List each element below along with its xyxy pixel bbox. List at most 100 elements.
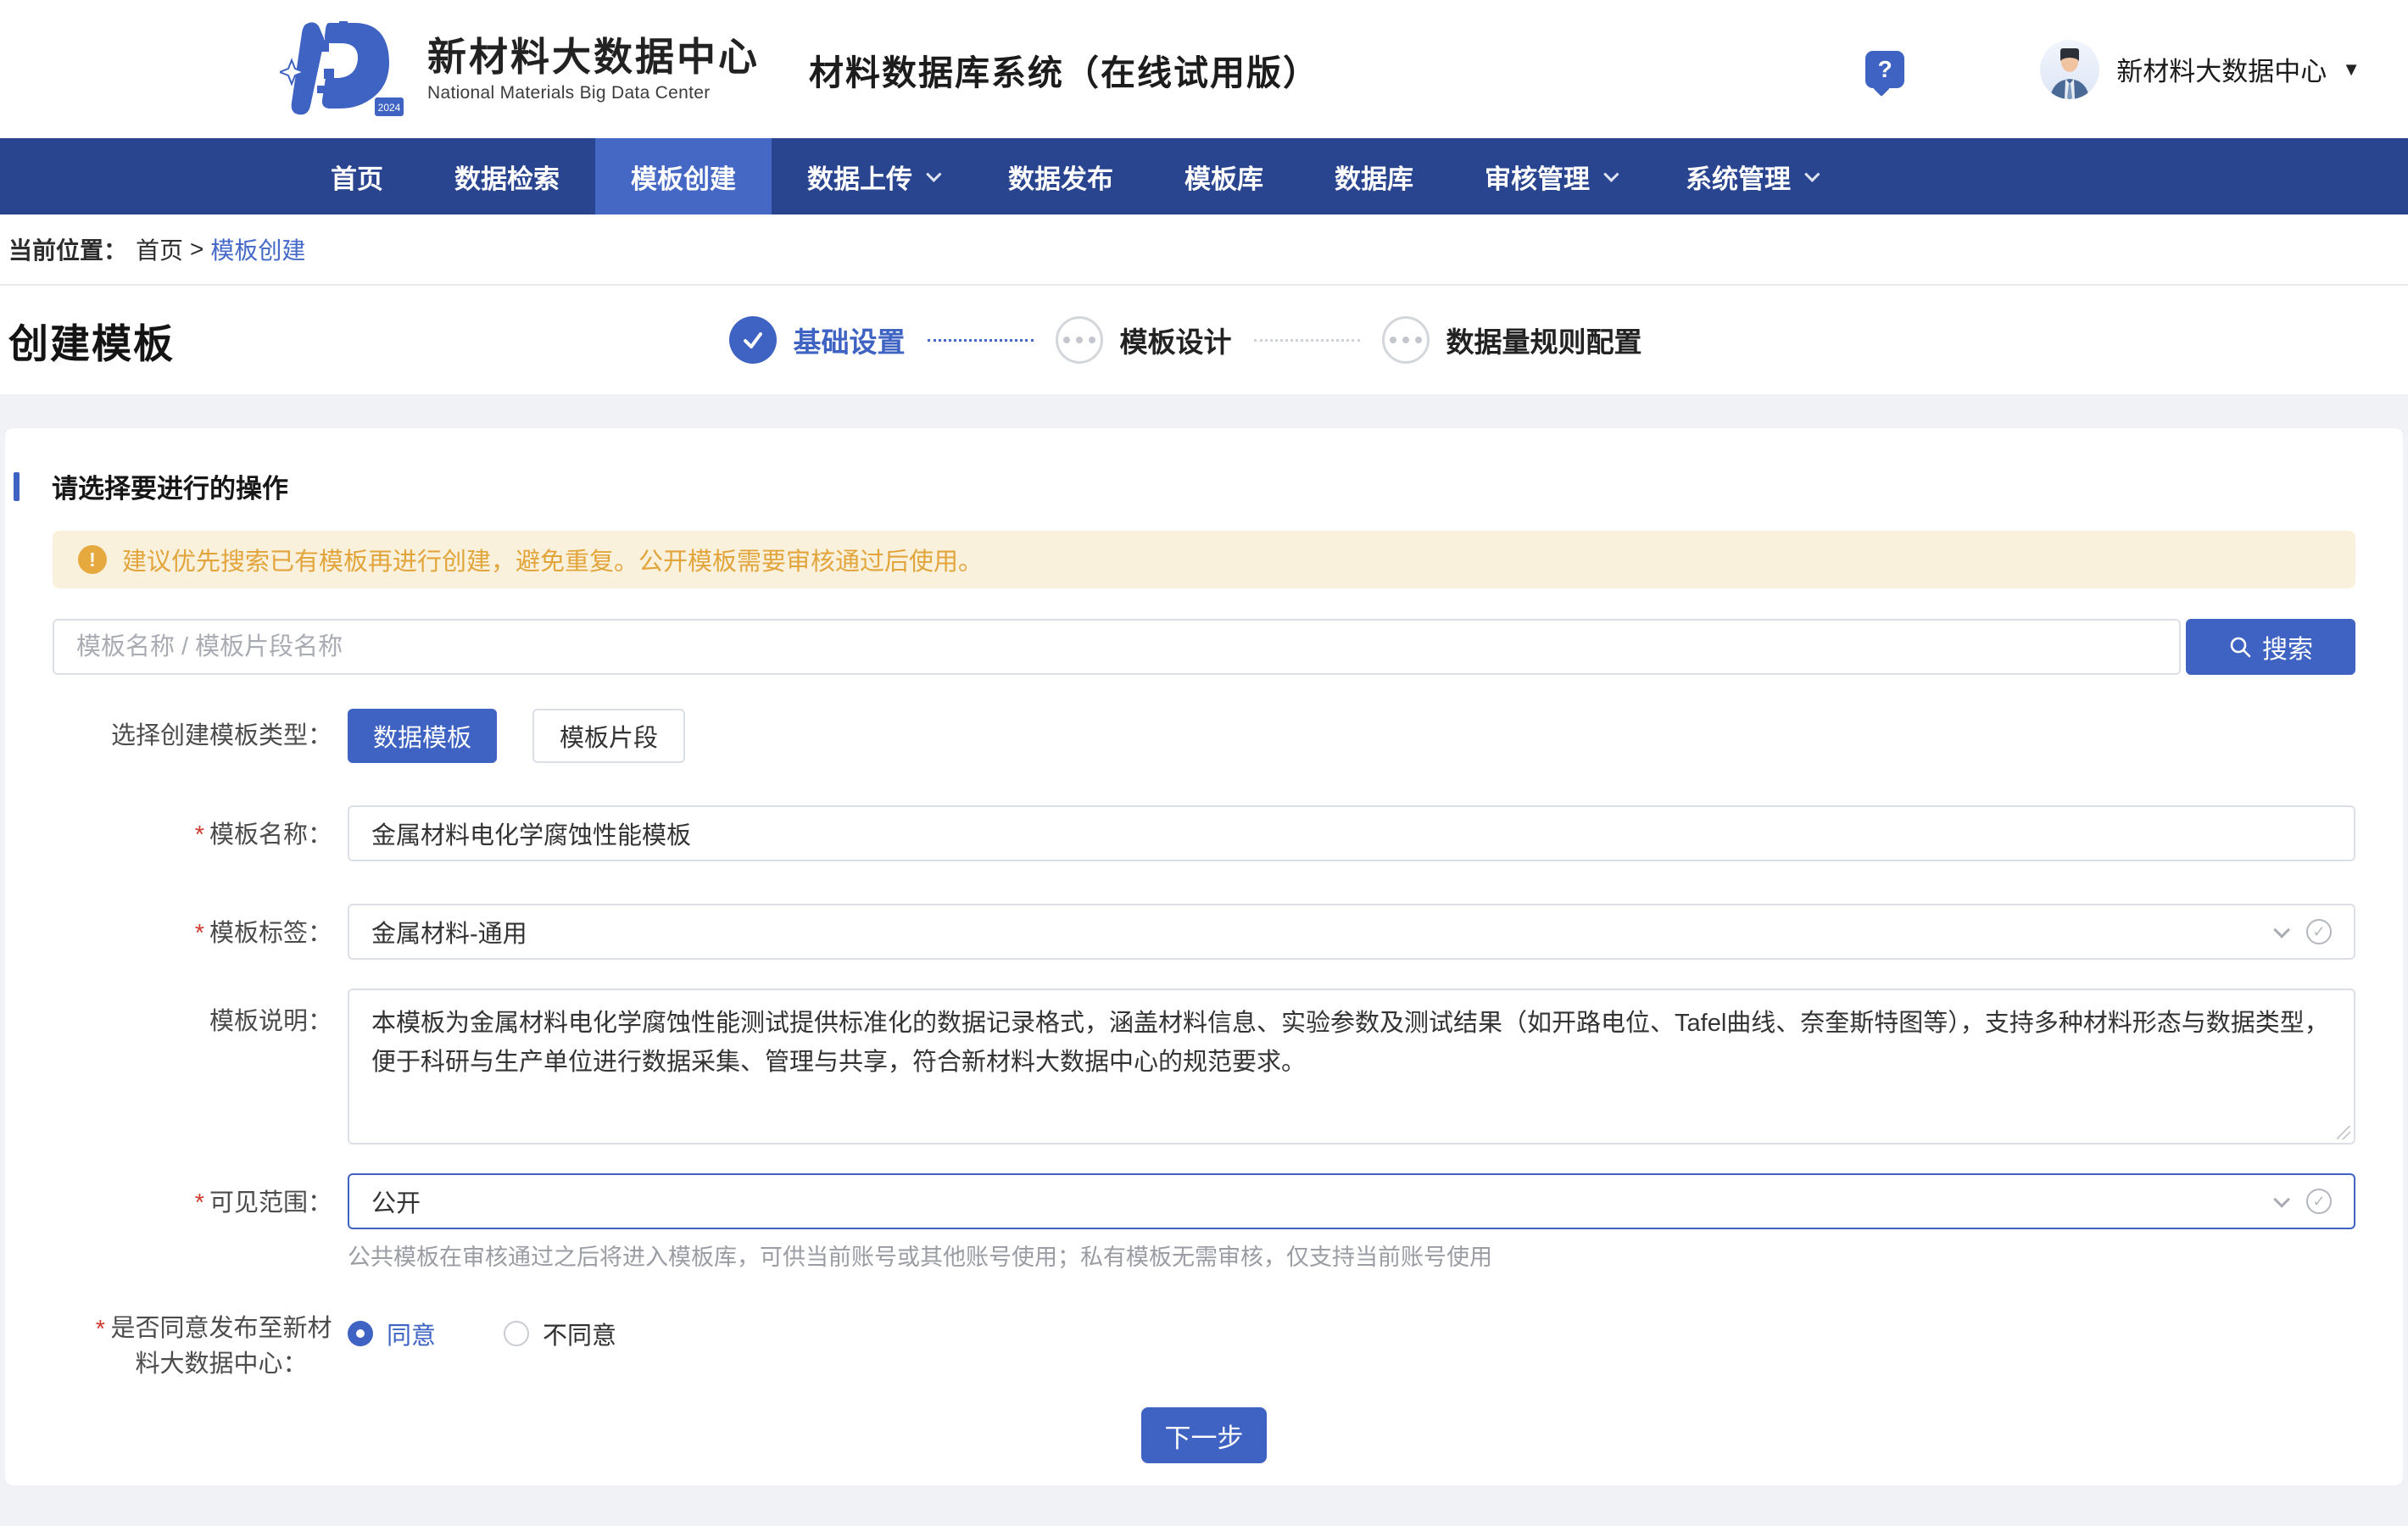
chevron-down-icon — [926, 166, 941, 181]
required-asterisk: * — [195, 1189, 204, 1217]
warning-alert: ! 建议优先搜索已有模板再进行创建，避免重复。公开模板需要审核通过后使用。 — [53, 531, 2355, 588]
check-circle-icon: ✓ — [2306, 919, 2332, 944]
publish-consent-label: * 是否同意发布至新材料大数据中心： — [53, 1311, 332, 1382]
template-tag-label: *模板标签： — [53, 904, 332, 960]
step-label: 数据量规则配置 — [1446, 320, 1642, 360]
template-type-row: 选择创建模板类型： 数据模板 模板片段 — [53, 709, 2355, 763]
nav-item-data-publish[interactable]: 数据发布 — [973, 138, 1149, 214]
nav-label: 首页 — [331, 158, 383, 196]
radio-disagree[interactable]: 不同意 — [504, 1316, 616, 1351]
page-title: 创建模板 — [8, 311, 175, 370]
template-desc-value: 本模板为金属材料电化学腐蚀性能测试提供标准化的数据记录格式，涵盖材料信息、实验参… — [371, 1010, 2329, 1076]
warning-text: 建议优先搜索已有模板再进行创建，避免重复。公开模板需要审核通过后使用。 — [122, 542, 983, 577]
section-title: 请选择要进行的操作 — [52, 467, 288, 505]
template-name-value: 金属材料电化学腐蚀性能模板 — [371, 816, 691, 851]
radio-label: 同意 — [387, 1316, 436, 1351]
breadcrumb: 当前位置： 首页 > 模板创建 — [0, 214, 2408, 286]
template-name-input[interactable]: 金属材料电化学腐蚀性能模板 — [348, 805, 2355, 861]
breadcrumb-home-link[interactable]: 首页 — [136, 232, 183, 266]
template-tag-select[interactable]: 金属材料-通用 ✓ — [348, 904, 2355, 960]
nav-item-data-upload[interactable]: 数据上传 — [772, 138, 973, 214]
label-text: 模板名称： — [209, 821, 332, 849]
radio-unselected-icon — [504, 1321, 529, 1346]
nav-label: 审核管理 — [1485, 158, 1590, 196]
spacer — [0, 394, 2408, 428]
publish-consent-row: * 是否同意发布至新材料大数据中心： 同意 不同意 — [53, 1311, 2355, 1382]
visibility-value: 公开 — [371, 1183, 421, 1219]
avatar-person-icon — [2040, 40, 2099, 99]
step-label: 模板设计 — [1120, 320, 1232, 360]
next-step-button[interactable]: 下一步 — [1141, 1407, 1267, 1463]
main-nav: 首页 数据检索 模板创建 数据上传 数据发布 模板库 数据库 审核管理 系统管理 — [0, 138, 2408, 214]
warning-icon: ! — [78, 545, 107, 574]
nav-label: 数据发布 — [1008, 158, 1113, 196]
help-icon[interactable]: ? — [1865, 51, 1904, 88]
breadcrumb-current-link[interactable]: 模板创建 — [210, 232, 305, 266]
brand-subtitle: National Materials Big Data Center — [427, 83, 760, 103]
page-title-row: 创建模板 基础设置 模板设计 数据量规则配置 — [0, 286, 2408, 394]
nav-item-system-management[interactable]: 系统管理 — [1650, 138, 1851, 214]
visibility-select[interactable]: 公开 ✓ — [348, 1173, 2355, 1229]
template-create-card: 请选择要进行的操作 ! 建议优先搜索已有模板再进行创建，避免重复。公开模板需要审… — [5, 428, 2403, 1485]
step-check-icon — [729, 316, 777, 364]
check-circle-icon: ✓ — [2306, 1189, 2332, 1214]
chevron-down-icon[interactable] — [2273, 1191, 2290, 1208]
template-name-row: *模板名称： 金属材料电化学腐蚀性能模板 — [53, 805, 2355, 861]
help-glyph: ? — [1878, 56, 1892, 83]
search-input[interactable] — [53, 619, 2181, 675]
page-footer — [0, 1485, 2408, 1526]
template-desc-row: 模板说明： 本模板为金属材料电化学腐蚀性能测试提供标准化的数据记录格式，涵盖材料… — [53, 989, 2355, 1144]
step-pending-icon — [1056, 316, 1103, 364]
search-button-label: 搜索 — [2262, 628, 2313, 666]
nav-item-template-library[interactable]: 模板库 — [1149, 138, 1299, 214]
step-connector — [1254, 339, 1360, 342]
step-connector — [928, 339, 1034, 342]
step-data-rule-config: 数据量规则配置 — [1382, 316, 1642, 364]
chevron-down-icon — [1804, 166, 1820, 181]
type-template-fragment-button[interactable]: 模板片段 — [532, 709, 685, 763]
section-header: 请选择要进行的操作 — [53, 467, 2355, 505]
step-template-design: 模板设计 — [1056, 316, 1232, 364]
type-data-template-button[interactable]: 数据模板 — [348, 709, 497, 763]
user-menu-caret-icon[interactable]: ▼ — [2342, 58, 2361, 81]
label-text: 模板说明： — [209, 1008, 332, 1035]
avatar[interactable] — [2040, 40, 2099, 99]
breadcrumb-prefix: 当前位置： — [8, 232, 127, 266]
nav-label: 模板创建 — [631, 158, 736, 196]
nav-item-review-management[interactable]: 审核管理 — [1449, 138, 1650, 214]
nav-label: 数据检索 — [454, 158, 560, 196]
nav-label: 模板库 — [1184, 158, 1263, 196]
nav-item-template-create[interactable]: 模板创建 — [595, 138, 772, 214]
logo-icon: 2024 — [280, 19, 409, 120]
logo-year: 2024 — [378, 102, 401, 114]
search-icon — [2228, 635, 2252, 659]
template-type-label: 选择创建模板类型： — [53, 718, 332, 754]
nav-item-home[interactable]: 首页 — [295, 138, 419, 214]
chevron-down-icon — [1603, 166, 1619, 181]
nav-item-data-search[interactable]: 数据检索 — [419, 138, 595, 214]
radio-agree[interactable]: 同意 — [348, 1316, 436, 1351]
actions-row: 下一步 — [53, 1407, 2355, 1463]
label-text: 可见范围： — [209, 1189, 332, 1217]
nav-item-database[interactable]: 数据库 — [1299, 138, 1449, 214]
publish-consent-options: 同意 不同意 — [348, 1311, 616, 1382]
chevron-down-icon[interactable] — [2273, 922, 2290, 938]
template-desc-label: 模板说明： — [53, 989, 332, 1144]
template-tag-value: 金属材料-通用 — [371, 914, 527, 950]
required-asterisk: * — [96, 1311, 105, 1382]
app-header: 2024 新材料大数据中心 National Materials Big Dat… — [0, 0, 2408, 138]
radio-selected-icon — [348, 1321, 373, 1346]
step-basic-settings: 基础设置 — [729, 316, 906, 364]
template-tag-row: *模板标签： 金属材料-通用 ✓ — [53, 904, 2355, 960]
resize-handle[interactable] — [2337, 1126, 2350, 1139]
nav-label: 数据上传 — [807, 158, 912, 196]
required-asterisk: * — [195, 920, 204, 947]
radio-label: 不同意 — [543, 1316, 616, 1351]
visibility-helper-text: 公共模板在审核通过之后将进入模板库，可供当前账号或其他账号使用；私有模板无需审核… — [348, 1243, 2355, 1272]
template-desc-textarea[interactable]: 本模板为金属材料电化学腐蚀性能测试提供标准化的数据记录格式，涵盖材料信息、实验参… — [348, 989, 2355, 1144]
step-pending-icon — [1382, 316, 1430, 364]
breadcrumb-separator: > — [190, 236, 203, 263]
section-marker — [14, 472, 20, 501]
user-name[interactable]: 新材料大数据中心 — [2116, 50, 2327, 88]
search-button[interactable]: 搜索 — [2186, 619, 2355, 675]
